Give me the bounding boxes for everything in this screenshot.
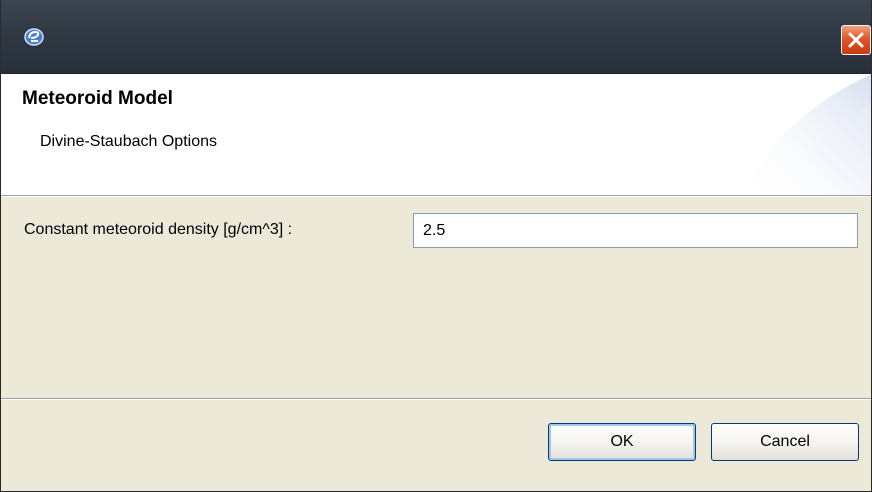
title-bar (1, 0, 871, 74)
divider-highlight (1, 399, 871, 400)
cancel-button[interactable]: Cancel (711, 423, 859, 461)
density-input[interactable] (413, 213, 858, 248)
dialog-window: Meteoroid Model Divine-Staubach Options … (0, 0, 872, 492)
page-subtitle: Divine-Staubach Options (40, 133, 217, 150)
close-button[interactable] (841, 25, 871, 55)
ok-button[interactable]: OK (548, 423, 696, 461)
app-icon (23, 28, 45, 46)
density-label: Constant meteoroid density [g/cm^3] : (24, 221, 293, 238)
divider-highlight (1, 196, 871, 197)
page-title: Meteoroid Model (22, 88, 173, 109)
banner-decoration (742, 74, 871, 195)
close-icon (848, 32, 864, 48)
